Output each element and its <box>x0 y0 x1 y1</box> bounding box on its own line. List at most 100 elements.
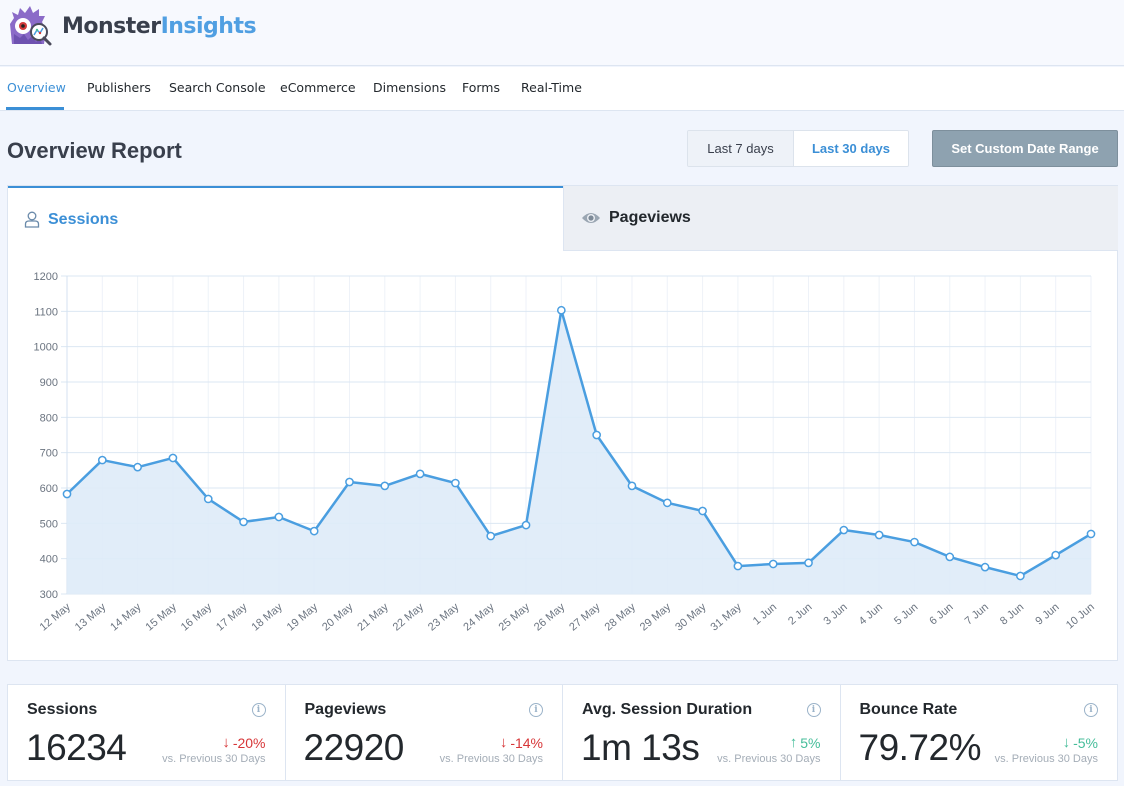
y-tick-label: 300 <box>40 589 58 601</box>
y-tick-label: 900 <box>40 377 58 389</box>
data-point <box>1016 571 1025 581</box>
data-point <box>980 562 990 572</box>
stat-card-pageviews: Pageviews i 22920 ↓ -14% vs. Previous 30 Days <box>286 685 563 780</box>
nav-tab-search-console[interactable]: Search Console <box>169 80 266 95</box>
brand-name-part2: Insights <box>160 13 257 39</box>
stat-change-value: -14% <box>510 734 543 751</box>
x-tick-label: 22 May <box>391 601 427 634</box>
x-tick-label: 26 May <box>532 601 568 634</box>
x-tick-label: 16 May <box>179 601 215 634</box>
x-tick-label: 23 May <box>426 601 462 634</box>
x-tick-label: 5 Jun <box>892 601 920 627</box>
nav-tab-ecommerce[interactable]: eCommerce <box>280 80 356 95</box>
x-tick-label: 14 May <box>108 601 144 634</box>
x-tick-label: 15 May <box>144 601 180 634</box>
x-tick-label: 2 Jun <box>786 601 814 627</box>
brand-logo[interactable]: MonsterInsights <box>6 4 257 48</box>
x-tick-label: 21 May <box>355 601 391 634</box>
y-tick-label: 1200 <box>34 271 58 283</box>
data-point <box>486 531 496 541</box>
nav-tab-real-time[interactable]: Real-Time <box>521 80 582 95</box>
x-tick-label: 7 Jun <box>963 601 991 627</box>
stat-value: 16234 <box>26 727 127 768</box>
x-tick-label: 28 May <box>603 601 639 634</box>
data-point <box>203 494 213 504</box>
data-point <box>804 558 813 568</box>
custom-date-range-button[interactable]: Set Custom Date Range <box>932 130 1118 167</box>
stat-change-value: -20% <box>232 734 266 751</box>
y-tick-label: 600 <box>40 483 58 495</box>
info-icon[interactable]: i <box>806 703 821 717</box>
data-point <box>592 430 602 440</box>
y-tick-label: 700 <box>40 448 58 460</box>
info-icon[interactable]: i <box>529 703 543 717</box>
data-point <box>874 530 884 540</box>
top-bar: MonsterInsights <box>0 0 1124 66</box>
x-tick-label: 8 Jun <box>998 601 1026 627</box>
data-point <box>910 537 919 547</box>
stat-title: Bounce Rate <box>859 701 958 718</box>
report-nav: Overview Publishers Search Console eComm… <box>0 67 1124 111</box>
x-tick-label: 10 Jun <box>1064 601 1097 631</box>
stat-value: 79.72% <box>858 727 982 768</box>
y-tick-label: 800 <box>40 412 58 424</box>
nav-tab-forms[interactable]: Forms <box>462 80 500 95</box>
arrow-down-icon: ↓ <box>1062 734 1071 751</box>
chart-card: Sessions Pageviews 300 400 500 600 700 800 900… <box>7 185 1118 661</box>
data-point <box>380 481 390 491</box>
x-tick-label: 1 Jun <box>751 601 779 627</box>
nav-tab-publishers[interactable]: Publishers <box>87 80 151 95</box>
info-icon[interactable]: i <box>1084 703 1098 717</box>
nav-tab-dimensions[interactable]: Dimensions <box>373 80 446 95</box>
y-tick-label: 400 <box>40 554 58 566</box>
x-tick-label: 19 May <box>285 601 321 634</box>
last-7-days-button[interactable]: Last 7 days <box>688 131 793 166</box>
stat-change: ↓ -14% <box>500 734 543 751</box>
y-tick-label: 1100 <box>34 306 58 318</box>
stat-compare-label: vs. Previous 30 Days <box>439 753 543 765</box>
data-point <box>1086 529 1096 539</box>
y-tick-label: 500 <box>40 518 58 530</box>
stat-title: Avg. Session Duration <box>582 701 753 718</box>
data-point <box>627 481 637 491</box>
stat-card-avg-session-duration: Avg. Session Duration i 1m 13s ↑ 5% vs. Previ… <box>563 685 841 780</box>
stats-row: Sessions i 16234 ↓ -20% vs. Previous 30 Days P… <box>7 684 1118 781</box>
data-point <box>239 517 248 527</box>
x-tick-label: 30 May <box>673 601 709 634</box>
x-tick-label: 4 Jun <box>857 601 885 627</box>
x-tick-label: 31 May <box>708 601 744 634</box>
brand-name: MonsterInsights <box>62 13 257 39</box>
x-tick-label: 25 May <box>497 601 533 634</box>
stat-compare-label: vs. Previous 30 Days <box>994 753 1098 765</box>
x-tick-label: 29 May <box>638 601 674 634</box>
x-tick-label: 27 May <box>567 601 603 634</box>
data-point <box>839 525 849 535</box>
stat-title: Pageviews <box>304 701 387 718</box>
x-tick-label: 13 May <box>73 601 109 634</box>
data-point <box>556 305 566 315</box>
stat-change: ↓ -20% <box>222 734 265 751</box>
stat-compare-label: vs. Previous 30 Days <box>162 753 266 765</box>
data-point <box>415 469 425 479</box>
nav-tab-overview[interactable]: Overview <box>7 80 66 95</box>
monster-logo-icon <box>10 6 52 46</box>
data-point <box>309 526 319 536</box>
info-icon[interactable]: i <box>251 703 266 717</box>
arrow-down-icon: ↓ <box>222 734 230 751</box>
x-tick-label: 9 Jun <box>1033 601 1061 627</box>
data-point <box>274 512 284 522</box>
date-range-toggle: Last 7 days Last 30 days <box>687 130 909 167</box>
x-tick-label: 24 May <box>461 601 497 634</box>
x-tick-label: 3 Jun <box>821 601 849 627</box>
active-tab-indicator <box>6 107 64 110</box>
last-30-days-button[interactable]: Last 30 days <box>793 131 908 166</box>
data-point <box>345 477 354 487</box>
stat-change: ↓ -5% <box>1063 734 1098 751</box>
sessions-chart: 30040050060070080090010001100120012 May 1… <box>34 271 1097 634</box>
data-point <box>97 455 107 465</box>
stat-change-value: -5% <box>1073 734 1098 751</box>
stat-change: ↑ 5% <box>790 734 821 751</box>
x-tick-label: 6 Jun <box>927 601 955 627</box>
data-point <box>662 498 672 508</box>
data-point <box>521 520 531 530</box>
